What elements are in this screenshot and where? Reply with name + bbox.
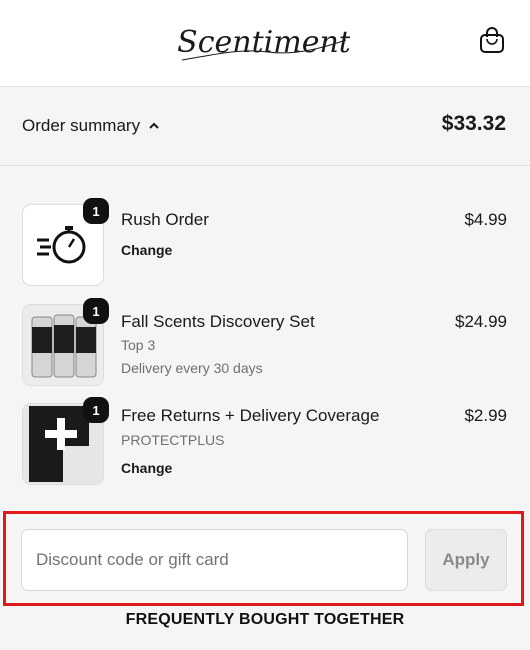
change-link[interactable]: Change <box>121 460 172 476</box>
item-price: $4.99 <box>464 210 507 229</box>
order-summary-label-group[interactable]: Order summary <box>22 116 162 136</box>
order-summary-toggle[interactable]: Order summary $33.32 <box>0 88 530 166</box>
item-price: $24.99 <box>455 312 507 331</box>
quantity-badge: 1 <box>83 397 109 423</box>
item-delivery-frequency: Delivery every 30 days <box>121 360 263 376</box>
item-variant: Top 3 <box>121 337 156 353</box>
item-price: $2.99 <box>464 406 507 425</box>
quantity-badge: 1 <box>83 198 109 224</box>
quantity-badge: 1 <box>83 298 109 324</box>
item-vendor: PROTECTPLUS <box>121 432 225 448</box>
item-name: Fall Scents Discovery Set <box>121 312 315 331</box>
logo-text: Scentiment <box>178 25 350 60</box>
chevron-up-icon <box>149 122 159 129</box>
item-name: Rush Order <box>121 210 209 229</box>
site-header: Scentiment <box>0 0 530 87</box>
apply-button[interactable]: Apply <box>425 529 507 591</box>
change-link[interactable]: Change <box>121 242 172 258</box>
order-summary-label: Order summary <box>22 116 141 135</box>
shopping-bag-icon[interactable] <box>477 25 507 55</box>
discount-code-input[interactable] <box>21 529 408 591</box>
order-total: $33.32 <box>441 112 506 135</box>
frequently-bought-together-heading: FREQUENTLY BOUGHT TOGETHER <box>125 611 405 628</box>
item-name: Free Returns + Delivery Coverage <box>121 406 380 425</box>
scentiment-logo[interactable]: Scentiment <box>178 16 350 68</box>
